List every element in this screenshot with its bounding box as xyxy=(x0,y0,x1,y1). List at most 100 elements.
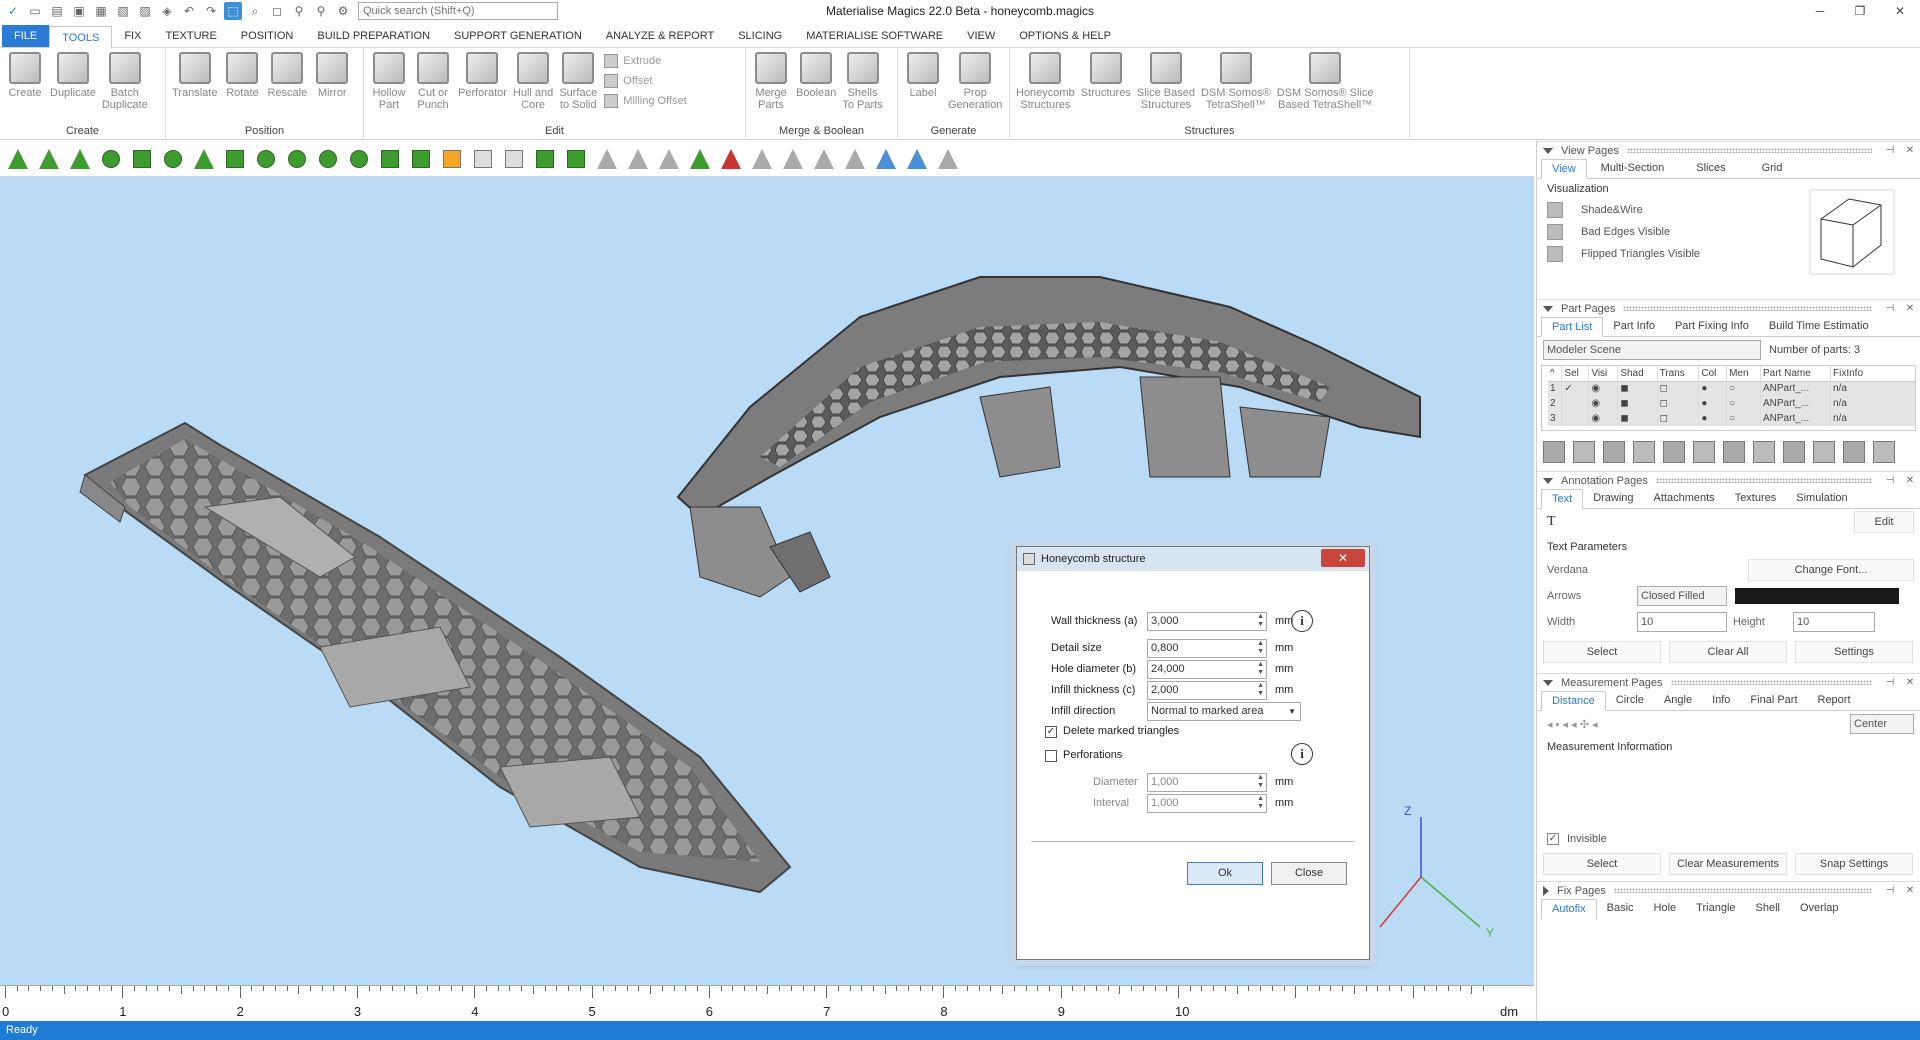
pin-icon[interactable]: ⊣ xyxy=(1880,145,1900,156)
zoom-search-icon[interactable]: ⌕ xyxy=(246,2,264,20)
dialog-close-button[interactable]: ✕ xyxy=(1321,549,1365,567)
mark-brush-icon[interactable] xyxy=(285,147,309,171)
invert-selection-icon[interactable] xyxy=(440,147,464,171)
invert-marking-icon[interactable] xyxy=(657,147,681,171)
part-tool-icon[interactable] xyxy=(1723,441,1745,463)
visible-icon[interactable]: ◉ xyxy=(1588,381,1619,396)
mark-connected-icon[interactable] xyxy=(254,147,278,171)
wire-mark-icon[interactable] xyxy=(843,147,867,171)
mark-surface-icon[interactable] xyxy=(68,147,92,171)
zoom-fit-icon[interactable]: ⚲ xyxy=(312,2,330,20)
delete-marked-icon[interactable] xyxy=(719,147,743,171)
quick-search-input[interactable] xyxy=(358,2,558,20)
select-by-color-icon[interactable] xyxy=(533,147,557,171)
part-pages-header[interactable]: Part Pages ⊣ ✕ xyxy=(1537,299,1920,317)
col-fixinfo[interactable]: FixInfo xyxy=(1830,366,1915,381)
copy-marked-icon[interactable] xyxy=(750,147,774,171)
wall-thickness-input[interactable]: 3,000 ▲ ▼ xyxy=(1147,612,1267,631)
expand-mark-icon[interactable] xyxy=(347,147,371,171)
tab-attachments[interactable]: Attachments xyxy=(1644,489,1725,508)
shade-icon[interactable]: ◼ xyxy=(1617,396,1658,411)
milling-offset-button[interactable]: Milling Offset xyxy=(604,94,687,108)
ok-button[interactable]: Ok xyxy=(1187,862,1263,885)
memory-icon[interactable]: ○ xyxy=(1726,411,1761,426)
tab-overlap[interactable]: Overlap xyxy=(1790,899,1849,919)
shade-icon[interactable]: ◼ xyxy=(1617,381,1658,396)
unselect-all-icon[interactable] xyxy=(502,147,526,171)
close-icon[interactable]: ✕ xyxy=(1900,677,1920,688)
part-tool-icon[interactable] xyxy=(1873,441,1895,463)
tab-triangle[interactable]: Triangle xyxy=(1686,899,1745,919)
change-font-button[interactable]: Change Font... xyxy=(1748,559,1914,581)
shading-mark-icon[interactable] xyxy=(874,147,898,171)
spinner-icon[interactable]: ▲ ▼ xyxy=(1257,613,1264,629)
transparency-icon[interactable]: ◻ xyxy=(1657,396,1700,411)
tab-circle[interactable]: Circle xyxy=(1606,691,1654,710)
tab-position[interactable]: POSITION xyxy=(229,25,306,47)
col-men[interactable]: Men xyxy=(1726,366,1761,381)
unmark-icon[interactable] xyxy=(595,147,619,171)
close-window-button[interactable]: ✕ xyxy=(1880,0,1920,22)
tab-tools[interactable]: TOOLS xyxy=(49,26,113,48)
part-tool-icon[interactable] xyxy=(1633,441,1655,463)
invisible-option[interactable]: ✓ Invisible xyxy=(1537,829,1920,849)
select-checkbox[interactable] xyxy=(1561,411,1590,426)
part-icon[interactable]: ◈ xyxy=(158,2,176,20)
pin-icon[interactable]: ⊣ xyxy=(1880,885,1900,896)
tab-text[interactable]: Text xyxy=(1541,489,1584,509)
import-icon[interactable]: ▧ xyxy=(114,2,132,20)
mark-triangle-icon[interactable] xyxy=(6,147,30,171)
select-all-parts-icon[interactable] xyxy=(409,147,433,171)
measure-select-button[interactable]: Select xyxy=(1543,853,1661,875)
interval-input[interactable]: 1,000 ▲ ▼ xyxy=(1147,794,1267,813)
color-icon[interactable]: ● xyxy=(1698,396,1728,411)
unselect-icon[interactable] xyxy=(471,147,495,171)
shade-icon[interactable]: ◼ xyxy=(1617,411,1658,426)
tab-options-help[interactable]: OPTIONS & HELP xyxy=(1007,25,1123,47)
select-mode-icon[interactable]: ⬚ xyxy=(224,2,242,20)
col-part-name[interactable]: Part Name xyxy=(1760,366,1831,381)
table-row[interactable]: 3 ◉ ◼ ◻ ● ○ ANPart_... n/a xyxy=(1548,411,1915,426)
tab-simulation[interactable]: Simulation xyxy=(1786,489,1857,508)
view-pages-header[interactable]: View Pages ⊣ ✕ xyxy=(1537,141,1920,159)
diameter-input[interactable]: 1,000 ▲ ▼ xyxy=(1147,773,1267,792)
tab-info[interactable]: Info xyxy=(1702,691,1740,710)
color-icon[interactable]: ● xyxy=(1698,381,1728,396)
open-icon[interactable]: ▤ xyxy=(48,2,66,20)
close-button[interactable]: Close xyxy=(1271,862,1347,885)
transparency-icon[interactable]: ◻ xyxy=(1657,381,1700,396)
extract-marked-icon[interactable] xyxy=(781,147,805,171)
invisible-checkbox[interactable]: ✓ xyxy=(1547,833,1559,845)
infill-thickness-input[interactable]: 2,000 ▲ ▼ xyxy=(1147,681,1267,700)
arrows-select[interactable]: Closed Filled xyxy=(1637,586,1727,606)
tab-grid[interactable]: Grid xyxy=(1744,159,1801,178)
pin-icon[interactable]: ⊣ xyxy=(1880,677,1900,688)
mark-window-icon[interactable] xyxy=(223,147,247,171)
scene-select[interactable]: Modeler Scene xyxy=(1543,340,1761,360)
mark-part-icon[interactable] xyxy=(161,147,185,171)
settings-button[interactable]: Settings xyxy=(1795,641,1913,663)
part-tool-icon[interactable] xyxy=(1603,441,1625,463)
clear-mark-icon[interactable] xyxy=(936,147,960,171)
visible-icon[interactable]: ◉ xyxy=(1588,411,1619,426)
center-select[interactable]: Center xyxy=(1850,714,1914,734)
select-checkbox[interactable] xyxy=(1561,396,1590,411)
tab-part-fixing-info[interactable]: Part Fixing Info xyxy=(1665,317,1759,336)
close-icon[interactable]: ✕ xyxy=(1900,145,1920,156)
part-tool-icon[interactable] xyxy=(1543,441,1565,463)
tab-file[interactable]: FILE xyxy=(2,25,50,47)
select-part-icon[interactable] xyxy=(378,147,402,171)
tab-fix[interactable]: FIX xyxy=(112,25,153,47)
table-row[interactable]: 1 ✓ ◉ ◼ ◻ ● ○ ANPart_... n/a xyxy=(1548,381,1915,396)
pin-icon[interactable]: ⊣ xyxy=(1880,303,1900,314)
memory-icon[interactable]: ○ xyxy=(1726,396,1761,411)
dialog-titlebar[interactable]: Honeycomb structure xyxy=(1017,547,1369,571)
tab-view[interactable]: VIEW xyxy=(955,25,1007,47)
measure-tool-icons[interactable]: ◂ ▪ ◂ ◂ ✣ ◂ xyxy=(1547,718,1597,731)
tab-build-time[interactable]: Build Time Estimatio xyxy=(1759,317,1879,336)
select-shells-icon[interactable] xyxy=(564,147,588,171)
tab-drawing[interactable]: Drawing xyxy=(1583,489,1643,508)
mark-lasso-icon[interactable] xyxy=(192,147,216,171)
measurement-pages-header[interactable]: Measurement Pages ⊣ ✕ xyxy=(1537,673,1920,691)
tab-shell[interactable]: Shell xyxy=(1746,899,1790,919)
